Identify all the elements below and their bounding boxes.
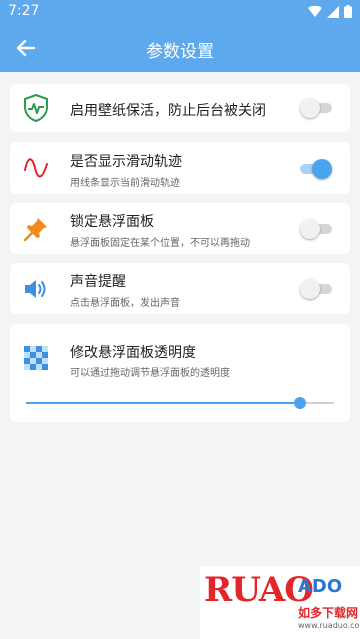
toggle-sound-reminder[interactable] — [300, 279, 332, 299]
checkerboard-icon — [22, 344, 50, 372]
toggle-thumb — [300, 98, 320, 118]
setting-title: 修改悬浮面板透明度 — [70, 345, 196, 361]
watermark-logo-suffix: ADO — [298, 576, 343, 597]
watermark-url: www.ruaduo.com — [298, 621, 360, 630]
watermark-logo-text: RUAO — [204, 570, 314, 610]
battery-icon — [344, 5, 352, 18]
toggle-thumb — [300, 219, 320, 239]
wave-icon — [22, 154, 50, 182]
setting-panel-opacity: 修改悬浮面板透明度 可以通过拖动调节悬浮面板的透明度 — [10, 324, 350, 422]
status-time: 7:27 — [8, 3, 40, 19]
page-title: 参数设置 — [146, 42, 214, 62]
setting-title: 声音提醒 — [70, 274, 126, 290]
slider-fill — [26, 402, 301, 404]
setting-subtitle: 用线条显示当前滑动轨迹 — [70, 178, 180, 189]
opacity-slider[interactable] — [26, 393, 334, 413]
signal-icon — [327, 5, 339, 18]
wifi-icon — [308, 5, 322, 17]
setting-title: 锁定悬浮面板 — [70, 214, 154, 230]
setting-subtitle: 点击悬浮面板，发出声音 — [70, 298, 180, 309]
setting-show-swipe-trail[interactable]: 是否显示滑动轨迹 用线条显示当前滑动轨迹 — [10, 142, 350, 194]
watermark-site-name: 如多下载网 — [298, 606, 359, 620]
setting-subtitle: 悬浮面板固定在某个位置，不可以再拖动 — [70, 238, 250, 249]
speaker-icon — [22, 275, 50, 303]
status-bar: 7:27 — [0, 0, 360, 24]
setting-lock-floating-panel[interactable]: 锁定悬浮面板 悬浮面板固定在某个位置，不可以再拖动 — [10, 203, 350, 254]
setting-sound-reminder[interactable]: 声音提醒 点击悬浮面板，发出声音 — [10, 263, 350, 314]
toggle-show-swipe-trail[interactable] — [300, 159, 332, 179]
slider-knob[interactable] — [294, 397, 307, 409]
toggle-wallpaper-keepalive[interactable] — [300, 98, 332, 118]
pin-icon — [22, 215, 50, 243]
setting-wallpaper-keepalive[interactable]: 启用壁纸保活，防止后台被关闭 — [10, 84, 350, 132]
toggle-thumb — [312, 159, 332, 179]
shield-pulse-icon — [22, 94, 50, 122]
setting-subtitle: 可以通过拖动调节悬浮面板的透明度 — [70, 368, 230, 379]
setting-title: 启用壁纸保活，防止后台被关闭 — [70, 103, 266, 119]
toggle-lock-floating-panel[interactable] — [300, 219, 332, 239]
toggle-thumb — [300, 279, 320, 299]
watermark-logo: RUAO ADO 如多下载网 www.ruaduo.com — [200, 566, 360, 639]
status-icons — [308, 5, 352, 18]
app-bar: 参数设置 — [0, 24, 360, 72]
setting-title: 是否显示滑动轨迹 — [70, 154, 182, 170]
